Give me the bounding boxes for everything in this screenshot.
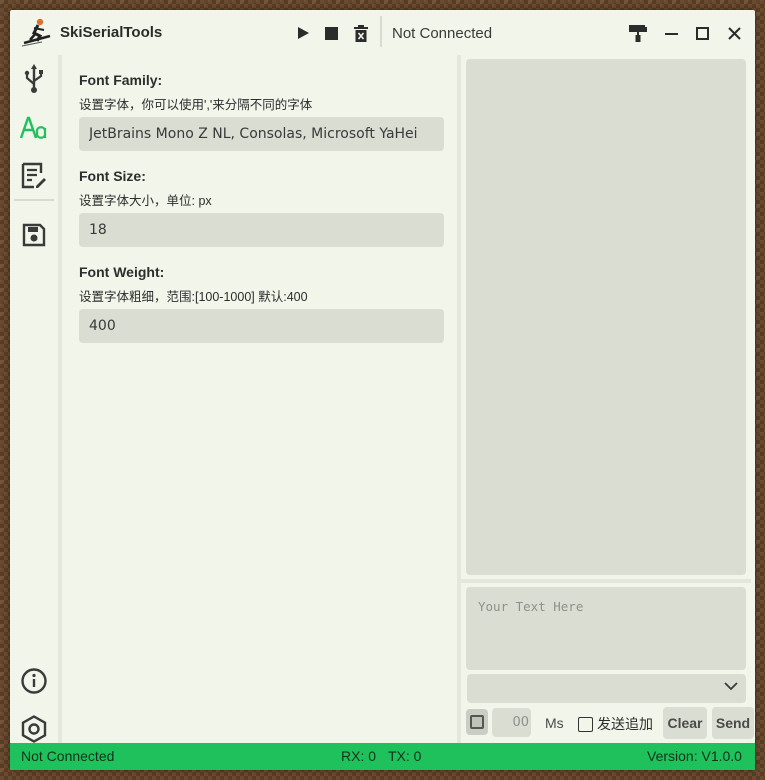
sidebar-divider [58,55,62,743]
interval-unit: Ms [545,715,564,731]
receive-output-area[interactable] [466,59,746,575]
clear-button[interactable] [350,22,372,44]
usb-icon [24,64,43,93]
panel-divider[interactable] [457,55,461,743]
play-button[interactable] [292,22,314,44]
minimize-button[interactable] [660,22,682,44]
font-icon [19,116,47,139]
clear-send-button[interactable]: Clear [663,707,707,739]
chevron-down-icon [724,682,738,691]
font-family-label: Font Family: [79,72,163,88]
status-text: Not Connected [21,748,115,764]
checkbox-box [578,716,593,732]
close-button[interactable] [723,22,745,44]
send-mode-dropdown[interactable] [467,674,746,703]
title-bar: SkiSerialTools Not Connected [10,10,755,55]
font-size-input[interactable] [79,213,444,247]
send-button[interactable]: Send [712,707,754,739]
sidebar-separator [14,199,54,201]
sidebar [10,55,58,743]
app-logo-icon [21,18,51,47]
status-bar: Not Connected RX: 0 TX: 0 Version: V1.0.… [10,743,755,770]
settings-icon [21,715,47,743]
sidebar-item-usb[interactable] [16,61,52,97]
sidebar-item-settings[interactable] [16,711,52,747]
theme-button[interactable] [627,22,649,44]
send-controls: Ms 发送追加 Clear Send [466,707,754,739]
document-icon [21,162,46,188]
font-weight-description: 设置字体粗细，范围:[100-1000] 默认:400 [79,290,308,304]
stop-icon [324,26,338,40]
append-checkbox[interactable]: 发送追加 [578,714,660,734]
font-family-description: 设置字体，你可以使用','来分隔不同的字体 [79,98,313,112]
font-weight-input[interactable] [79,309,444,343]
clear-icon [354,24,368,42]
theme-icon [629,24,647,42]
toggle-box [470,715,484,729]
app-title: SkiSerialTools [60,24,163,41]
timed-send-toggle[interactable] [466,709,488,735]
minimize-icon [664,32,678,35]
save-icon [22,223,46,247]
sidebar-item-save[interactable] [16,217,52,253]
rx-counter: RX: 0 [341,748,377,764]
info-icon [21,668,47,694]
font-weight-label: Font Weight: [79,264,165,280]
sidebar-item-log[interactable] [16,157,52,193]
interval-input[interactable] [492,708,531,737]
sidebar-item-info[interactable] [16,663,52,699]
font-family-input[interactable] [79,117,444,151]
play-icon [298,27,309,39]
version-label: Version: V1.0.0 [647,748,742,764]
output-input-divider[interactable] [461,579,751,583]
connection-status: Not Connected [392,25,493,42]
stop-button[interactable] [320,22,342,44]
close-icon [727,26,741,40]
maximize-button[interactable] [691,22,713,44]
font-size-label: Font Size: [79,168,146,184]
titlebar-separator [380,16,382,47]
tx-counter: TX: 0 [388,748,422,764]
send-text-input[interactable] [466,587,746,670]
app-window: SkiSerialTools Not Connected Font Family… [10,10,755,770]
font-settings-panel: Font Family: 设置字体，你可以使用','来分隔不同的字体 Font … [79,55,449,343]
font-size-description: 设置字体大小，单位: px [79,194,212,208]
append-label: 发送追加 [597,716,653,732]
maximize-icon [695,26,709,40]
sidebar-item-font[interactable] [16,110,52,146]
